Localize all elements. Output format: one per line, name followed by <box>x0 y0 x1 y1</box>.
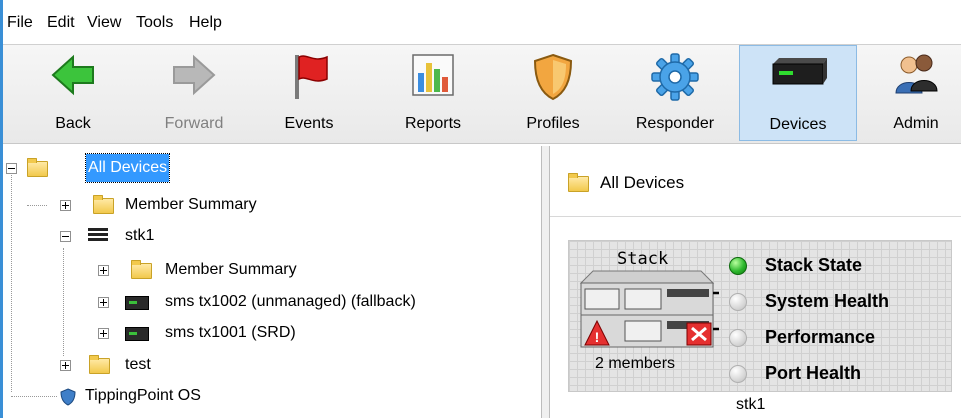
status-label: Performance <box>765 327 876 347</box>
tree-node-member-summary[interactable]: Member Summary <box>3 191 403 219</box>
tree-label: TippingPoint OS <box>85 387 201 404</box>
device-icon <box>125 327 149 341</box>
tree-node-stk1-member-summary[interactable]: Member Summary <box>3 256 433 284</box>
status-label: Port Health <box>765 363 862 383</box>
tree-label: sms tx1002 (unmanaged) (fallback) <box>165 293 416 310</box>
detail-header: All Devices <box>550 146 961 217</box>
shield-icon <box>533 53 573 101</box>
stack-icon <box>88 228 108 245</box>
folder-device-icon <box>93 195 114 214</box>
users-icon <box>895 54 938 94</box>
device-tree: All Devices Member Summary stk1 Member S… <box>3 146 541 418</box>
tree-label: sms tx1001 (SRD) <box>165 324 296 341</box>
expand-icon[interactable] <box>60 360 71 371</box>
expand-icon[interactable] <box>98 265 109 276</box>
events-button[interactable]: Events <box>271 45 347 141</box>
expand-icon[interactable] <box>60 200 71 211</box>
profiles-button[interactable]: Profiles <box>511 45 595 141</box>
responder-button[interactable]: Responder <box>615 45 735 141</box>
events-label: Events <box>284 115 334 132</box>
pane-splitter[interactable] <box>541 146 550 418</box>
network-device-icon <box>772 58 827 85</box>
device-error-icon <box>125 296 149 310</box>
menu-help[interactable]: Help <box>189 14 222 32</box>
menu-view[interactable]: View <box>87 14 121 32</box>
reports-button[interactable]: Reports <box>383 45 483 141</box>
tree-node-tippingpoint-os[interactable]: TippingPoint OS <box>3 382 403 410</box>
stack-title: Stack <box>617 249 669 269</box>
forward-button[interactable]: Forward <box>144 45 244 141</box>
folder-device-icon <box>131 260 152 279</box>
folder-icon <box>27 158 48 177</box>
stack-members-count: 2 members <box>595 355 676 372</box>
tree-guide <box>27 205 47 206</box>
stack-status-panel[interactable]: Stack ! 2 members Stack State System Hea… <box>568 240 952 392</box>
status-off-icon <box>729 329 747 347</box>
tree-guide <box>11 396 57 397</box>
menu-bar: File Edit View Tools Help <box>3 0 961 45</box>
back-label: Back <box>55 115 91 132</box>
menu-edit[interactable]: Edit <box>47 14 75 32</box>
collapse-icon[interactable] <box>60 231 71 242</box>
forward-arrow-icon <box>173 54 216 96</box>
status-ok-icon <box>729 257 747 275</box>
bar-chart-icon <box>412 54 454 96</box>
tree-node-stk1[interactable]: stk1 <box>3 222 403 250</box>
detail-pane: All Devices Stack ! 2 members Stack Stat… <box>550 146 961 418</box>
blue-gear-icon <box>651 53 699 101</box>
red-flag-icon <box>295 55 328 99</box>
expand-icon[interactable] <box>98 328 109 339</box>
admin-button[interactable]: Admin <box>871 45 961 141</box>
stack-device-icon: ! <box>579 270 719 348</box>
os-shield-icon <box>60 388 76 406</box>
stack-caption: stk1 <box>736 396 766 413</box>
reports-label: Reports <box>404 115 462 132</box>
tree-label: Member Summary <box>125 196 257 213</box>
forward-label: Forward <box>164 115 224 132</box>
status-off-icon <box>729 293 747 311</box>
status-label: System Health <box>765 291 890 311</box>
profiles-label: Profiles <box>526 115 580 132</box>
tree-label: Member Summary <box>165 261 297 278</box>
tree-node-sms-tx1001[interactable]: sms tx1001 (SRD) <box>3 319 433 347</box>
tree-node-test[interactable]: test <box>3 351 303 379</box>
folder-icon <box>568 173 589 192</box>
status-label: Stack State <box>765 255 863 275</box>
back-arrow-icon <box>51 54 94 96</box>
detail-header-title: All Devices <box>600 173 685 192</box>
tree-node-all-devices[interactable]: All Devices <box>3 153 303 183</box>
devices-button[interactable]: Devices <box>739 45 857 141</box>
expand-icon[interactable] <box>98 297 109 308</box>
tree-label: stk1 <box>125 227 155 244</box>
tree-label: All Devices <box>84 153 171 183</box>
status-off-icon <box>729 365 747 383</box>
menu-tools[interactable]: Tools <box>136 14 173 32</box>
toolbar: Back Forward Events Reports Profiles Res… <box>3 45 961 144</box>
responder-label: Responder <box>635 115 715 132</box>
devices-label: Devices <box>769 116 827 133</box>
tree-label: test <box>125 356 151 373</box>
folder-icon <box>89 355 110 374</box>
admin-label: Admin <box>893 115 939 132</box>
svg-text:!: ! <box>595 329 600 345</box>
back-button[interactable]: Back <box>37 45 109 141</box>
tree-node-sms-tx1002[interactable]: sms tx1002 (unmanaged) (fallback) <box>3 288 533 316</box>
menu-file[interactable]: File <box>7 14 33 32</box>
collapse-icon[interactable] <box>6 163 17 174</box>
